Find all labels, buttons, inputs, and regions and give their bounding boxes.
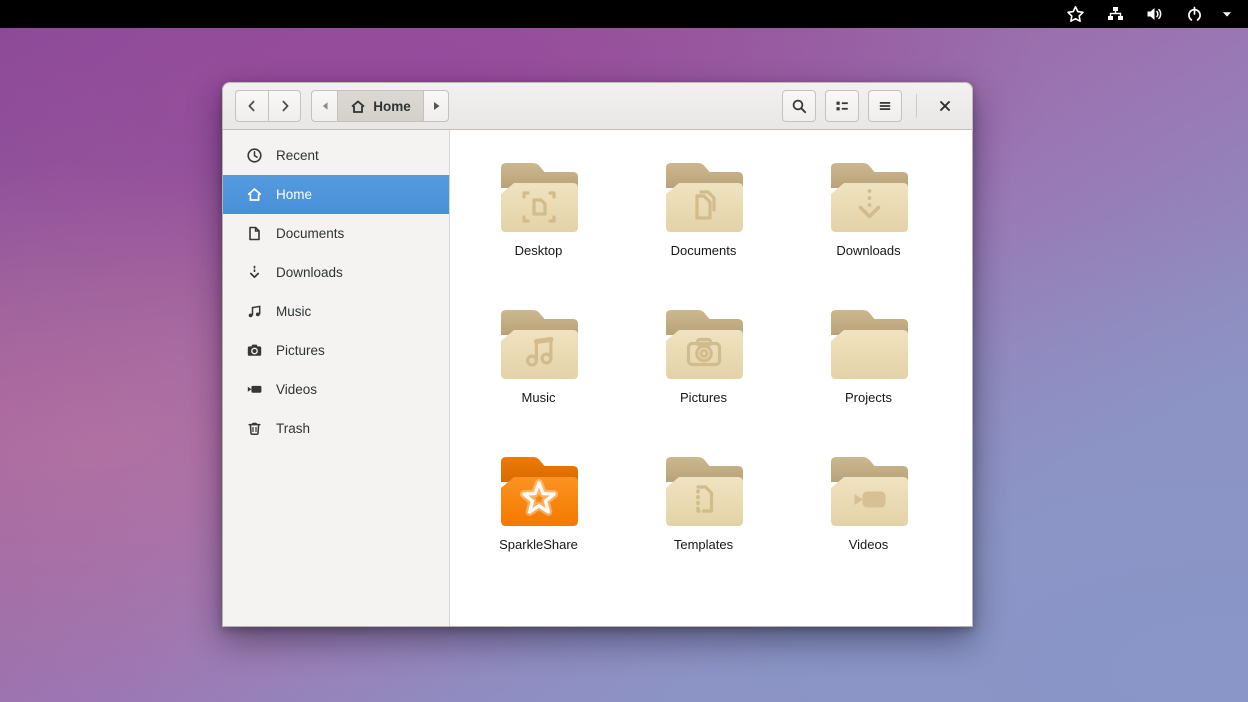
sidebar-item-home[interactable]: Home bbox=[223, 175, 449, 214]
network-workgroup-icon[interactable] bbox=[1098, 0, 1133, 28]
sidebar-item-label: Recent bbox=[276, 148, 319, 163]
folder-icon bbox=[659, 154, 749, 238]
trash-icon bbox=[246, 420, 263, 437]
list-view-icon bbox=[834, 98, 850, 114]
desktop-wallpaper: Home bbox=[0, 28, 1248, 702]
files-window: Home bbox=[222, 82, 973, 627]
folder-icon bbox=[494, 301, 584, 385]
folder-icon bbox=[494, 448, 584, 532]
path-next-button[interactable] bbox=[423, 90, 449, 122]
folder-desktop[interactable]: Desktop bbox=[456, 154, 621, 258]
music-icon bbox=[246, 303, 263, 320]
folder-label: Pictures bbox=[680, 390, 727, 405]
home-icon bbox=[246, 186, 263, 203]
folder-icon bbox=[659, 301, 749, 385]
sidebar-item-videos[interactable]: Videos bbox=[223, 370, 449, 409]
chevron-right-icon bbox=[277, 98, 293, 114]
folder-label: Documents bbox=[671, 243, 737, 258]
favorites-star-icon[interactable] bbox=[1057, 0, 1094, 28]
sidebar-item-label: Home bbox=[276, 187, 312, 202]
path-bar: Home bbox=[311, 90, 449, 122]
documents-icon bbox=[246, 225, 263, 242]
system-top-bar bbox=[0, 0, 1248, 28]
path-location-label: Home bbox=[373, 99, 411, 114]
sidebar-item-label: Documents bbox=[276, 226, 344, 241]
triangle-right-icon bbox=[430, 99, 442, 113]
places-sidebar: Recent Home Documents bbox=[223, 130, 450, 626]
sidebar-item-label: Music bbox=[276, 304, 311, 319]
folder-label: Projects bbox=[845, 390, 892, 405]
folder-icon bbox=[494, 154, 584, 238]
folder-icon bbox=[824, 448, 914, 532]
titlebar-separator bbox=[916, 94, 917, 118]
folder-label: SparkleShare bbox=[499, 537, 578, 552]
folder-videos[interactable]: Videos bbox=[786, 448, 951, 552]
view-toggle-button[interactable] bbox=[825, 90, 859, 122]
triangle-left-icon bbox=[319, 99, 331, 113]
menu-chevron-icon[interactable] bbox=[1216, 0, 1238, 28]
home-icon bbox=[350, 99, 366, 114]
search-button[interactable] bbox=[782, 90, 816, 122]
sidebar-item-label: Downloads bbox=[276, 265, 343, 280]
folder-pictures[interactable]: Pictures bbox=[621, 301, 786, 405]
close-icon bbox=[938, 99, 952, 113]
hamburger-menu-icon bbox=[877, 98, 893, 114]
sidebar-item-recent[interactable]: Recent bbox=[223, 136, 449, 175]
folder-sparkleshare[interactable]: SparkleShare bbox=[456, 448, 621, 552]
folder-icon bbox=[659, 448, 749, 532]
path-home-button[interactable]: Home bbox=[337, 90, 423, 122]
sidebar-item-pictures[interactable]: Pictures bbox=[223, 331, 449, 370]
folder-downloads[interactable]: Downloads bbox=[786, 154, 951, 258]
folder-label: Templates bbox=[674, 537, 733, 552]
folder-label: Desktop bbox=[515, 243, 563, 258]
volume-icon[interactable] bbox=[1137, 0, 1173, 28]
window-body: Recent Home Documents bbox=[222, 130, 973, 627]
chevron-left-icon bbox=[244, 98, 260, 114]
videos-icon bbox=[246, 381, 263, 398]
folder-projects[interactable]: Projects bbox=[786, 301, 951, 405]
window-titlebar: Home bbox=[222, 82, 973, 130]
folder-label: Downloads bbox=[836, 243, 900, 258]
file-grid: Desktop Documents bbox=[450, 130, 972, 626]
path-previous-button[interactable] bbox=[311, 90, 337, 122]
sidebar-item-label: Pictures bbox=[276, 343, 325, 358]
back-button[interactable] bbox=[235, 90, 268, 122]
pictures-icon bbox=[246, 342, 263, 359]
forward-button[interactable] bbox=[268, 90, 301, 122]
window-menu-button[interactable] bbox=[868, 90, 902, 122]
history-nav-group bbox=[235, 90, 301, 122]
folder-icon bbox=[824, 154, 914, 238]
folder-label: Videos bbox=[849, 537, 889, 552]
folder-label: Music bbox=[522, 390, 556, 405]
sidebar-item-label: Trash bbox=[276, 421, 310, 436]
search-icon bbox=[791, 98, 808, 115]
folder-icon bbox=[824, 301, 914, 385]
folder-templates[interactable]: Templates bbox=[621, 448, 786, 552]
power-icon[interactable] bbox=[1177, 0, 1212, 28]
sidebar-item-music[interactable]: Music bbox=[223, 292, 449, 331]
sidebar-item-downloads[interactable]: Downloads bbox=[223, 253, 449, 292]
folder-documents[interactable]: Documents bbox=[621, 154, 786, 258]
close-button[interactable] bbox=[930, 90, 960, 122]
folder-music[interactable]: Music bbox=[456, 301, 621, 405]
sidebar-item-trash[interactable]: Trash bbox=[223, 409, 449, 448]
downloads-icon bbox=[246, 264, 263, 281]
sidebar-item-documents[interactable]: Documents bbox=[223, 214, 449, 253]
recent-clock-icon bbox=[246, 147, 263, 164]
sidebar-item-label: Videos bbox=[276, 382, 317, 397]
